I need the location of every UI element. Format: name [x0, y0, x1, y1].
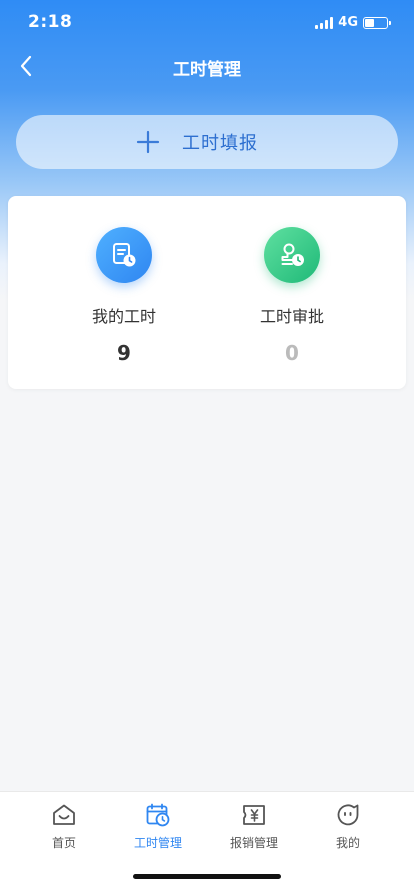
status-time: 2:18: [28, 12, 73, 32]
plus-icon: [136, 130, 160, 154]
receipt-yen-icon: [243, 805, 265, 825]
tab-work-hours[interactable]: 工时管理: [108, 802, 208, 858]
tab-bar: 首页 工时管理 报销管理 我的: [0, 791, 414, 896]
stat-label: 我的工时: [91, 307, 156, 326]
tab-label: 首页: [51, 836, 76, 850]
signal-icon: [315, 16, 334, 29]
home-indicator: [133, 874, 281, 879]
document-clock-icon: [96, 227, 152, 283]
navigation-bar: 工时管理: [0, 44, 414, 88]
home-icon: [53, 804, 75, 825]
stamp-clock-icon: [264, 227, 320, 283]
status-bar: 2:18 4G: [0, 0, 414, 44]
stat-my-hours[interactable]: 我的工时 9: [44, 196, 204, 389]
tab-label: 我的: [335, 836, 360, 850]
profile-chat-icon: [337, 804, 359, 826]
report-hours-label: 工时填报: [182, 133, 258, 154]
status-indicators: 4G: [315, 15, 391, 30]
stats-card: 我的工时 9 工时审批 0: [8, 196, 406, 389]
calendar-clock-icon: [146, 803, 170, 827]
tab-label: 工时管理: [133, 836, 182, 850]
tab-home[interactable]: 首页: [14, 802, 114, 858]
page-title: 工时管理: [173, 60, 241, 80]
tab-label: 报销管理: [229, 836, 278, 850]
stat-value: 0: [285, 341, 299, 365]
network-type: 4G: [338, 15, 358, 30]
report-hours-button[interactable]: 工时填报: [16, 115, 398, 169]
battery-level: [365, 18, 375, 27]
tab-reimbursement[interactable]: 报销管理: [204, 802, 304, 858]
stat-hours-approval[interactable]: 工时审批 0: [212, 196, 372, 389]
stat-label: 工时审批: [259, 307, 324, 326]
stat-value: 9: [117, 341, 131, 365]
battery-icon: [363, 16, 391, 29]
tab-mine[interactable]: 我的: [298, 802, 398, 858]
